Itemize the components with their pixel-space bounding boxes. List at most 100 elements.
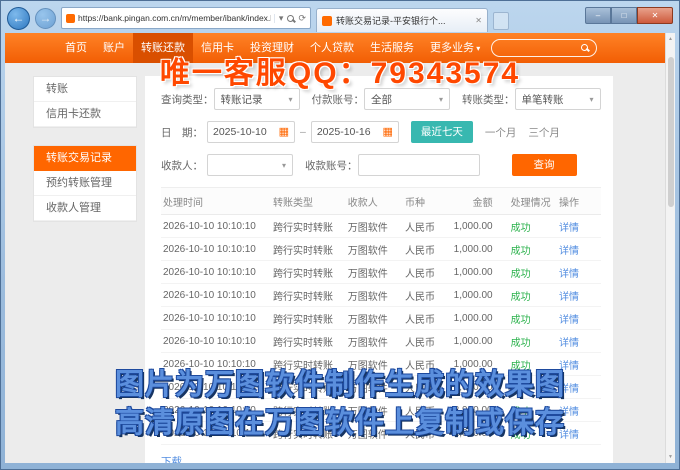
sidebar-item[interactable]: 转账 [34, 77, 136, 102]
cell-amount: 1,000.00 [447, 422, 509, 445]
detail-link[interactable]: 详情 [557, 307, 601, 330]
cell-payee: 万图软件 [346, 376, 403, 399]
topnav-item[interactable]: 转账还款 [133, 33, 193, 63]
detail-link[interactable]: 详情 [557, 284, 601, 307]
transfer-type-select[interactable]: 单笔转账 ▾ [515, 88, 601, 110]
detail-link[interactable]: 详情 [557, 261, 601, 284]
close-button[interactable]: ✕ [637, 7, 673, 24]
cell-process-time: 2026-10-10 10:10:10 [161, 422, 271, 445]
sidebar-group-records: 转账交易记录预约转账管理收款人管理 [33, 145, 137, 222]
quick-range-button[interactable]: 最近七天 [411, 121, 473, 143]
sidebar-item[interactable]: 预约转账管理 [34, 171, 136, 196]
minimize-button[interactable]: – [585, 7, 611, 24]
scrollbar-thumb[interactable] [668, 57, 674, 207]
site-search-box[interactable] [491, 39, 597, 57]
table-row: 2026-10-10 10:10:10 跨行实时转账 万图软件 人民币 1,00… [161, 376, 601, 399]
page-scrollbar[interactable]: ▲ ▼ [665, 33, 675, 463]
forward-arrow-icon: → [40, 11, 52, 25]
table-row: 2026-10-10 10:10:10 跨行实时转账 万图软件 人民币 3,90… [161, 399, 601, 422]
detail-link[interactable]: 详情 [557, 238, 601, 261]
payee-account-label: 收款账号： [305, 158, 358, 173]
cell-amount: 1,000.00 [447, 376, 509, 399]
url-text: https://bank.pingan.com.cn/m/member/iban… [78, 13, 271, 23]
sidebar-item[interactable]: 信用卡还款 [34, 102, 136, 127]
date-from-input[interactable]: 2025-10-10 ▦ [207, 121, 295, 143]
topnav-item[interactable]: 信用卡 [193, 33, 242, 63]
topnav-item[interactable]: 生活服务 [362, 33, 422, 63]
status-text: 成功 [509, 215, 557, 238]
status-text: 成功 [509, 284, 557, 307]
tab-close-icon[interactable]: ✕ [475, 16, 482, 25]
scroll-down-icon[interactable]: ▼ [668, 451, 673, 463]
cell-process-time: 2026-10-10 10:10:10 [161, 238, 271, 261]
browser-chrome: ← → https://bank.pingan.com.cn/m/member/… [1, 1, 679, 33]
table-row: 2026-10-10 10:10:10 跨行实时转账 万图软件 人民币 1,00… [161, 284, 601, 307]
scroll-up-icon[interactable]: ▲ [668, 33, 673, 45]
quick-range-button[interactable]: 三个月 [528, 125, 560, 140]
date-range-dash: – [300, 126, 306, 138]
column-header: 操作 [557, 188, 601, 215]
topnav-item[interactable]: 投资理财 [242, 33, 302, 63]
date-to-input[interactable]: 2025-10-16 ▦ [311, 121, 399, 143]
browser-back-button[interactable]: ← [7, 7, 30, 30]
cell-currency: 人民币 [403, 399, 447, 422]
browser-tab[interactable]: 转账交易记录-平安银行个... ✕ [316, 8, 488, 32]
calendar-icon[interactable]: ▦ [279, 127, 289, 138]
page-content: 转账信用卡还款 转账交易记录预约转账管理收款人管理 查询类型： 转账记录 ▾ 付… [5, 63, 665, 463]
topnav-item[interactable]: 更多业务 [422, 33, 488, 63]
payee-select[interactable]: ▾ [207, 154, 293, 176]
sidebar-item[interactable]: 收款人管理 [34, 196, 136, 221]
browser-forward-button[interactable]: → [35, 8, 56, 29]
cell-currency: 人民币 [403, 330, 447, 353]
new-tab-button[interactable] [493, 12, 509, 30]
payee-account-input[interactable] [358, 154, 480, 176]
pay-account-select[interactable]: 全部 ▾ [364, 88, 450, 110]
quick-range-button[interactable]: 一个月 [485, 125, 517, 140]
tab-favicon-icon [322, 16, 332, 26]
status-text: 成功 [509, 376, 557, 399]
detail-link[interactable]: 详情 [557, 353, 601, 376]
filter-row-type: 查询类型： 转账记录 ▾ 付款账号： 全部 ▾ 转账类型： 单笔转账 ▾ [161, 88, 601, 110]
topnav-item[interactable]: 账户 [95, 33, 133, 63]
cell-transfer-type: 跨行实时转账 [271, 399, 346, 422]
query-type-select[interactable]: 转账记录 ▾ [214, 88, 300, 110]
cell-currency: 人民币 [403, 238, 447, 261]
transfer-type-value: 单笔转账 [522, 92, 564, 107]
topnav-item[interactable]: 个人贷款 [302, 33, 362, 63]
column-header: 处理情况 [509, 188, 557, 215]
query-type-value: 转账记录 [221, 92, 263, 107]
table-row: 2026-10-10 10:10:10 跨行实时转账 万图软件 人民币 1,00… [161, 261, 601, 284]
detail-link[interactable]: 详情 [557, 422, 601, 445]
detail-link[interactable]: 详情 [557, 215, 601, 238]
detail-link[interactable]: 详情 [557, 399, 601, 422]
status-text: 成功 [509, 399, 557, 422]
maximize-button[interactable]: □ [611, 7, 637, 24]
cell-payee: 万图软件 [346, 238, 403, 261]
address-bar[interactable]: https://bank.pingan.com.cn/m/member/iban… [61, 7, 311, 29]
chevron-down-icon: ▾ [439, 95, 443, 104]
cell-payee: 万图软件 [346, 284, 403, 307]
detail-link[interactable]: 详情 [557, 376, 601, 399]
cell-process-time: 2026-10-10 10:10:10 [161, 261, 271, 284]
tab-title: 转账交易记录-平安银行个... [336, 14, 471, 27]
cell-payee: 万图软件 [346, 330, 403, 353]
url-dropdown-icon[interactable]: ▾ [279, 14, 284, 23]
query-button[interactable]: 查询 [512, 154, 577, 176]
sidebar-item[interactable]: 转账交易记录 [34, 146, 136, 171]
cell-payee: 万图软件 [346, 353, 403, 376]
search-icon [581, 44, 588, 51]
table-header-row: 处理时间转账类型收款人币种金额处理情况操作 [161, 188, 601, 215]
topnav-item[interactable]: 首页 [57, 33, 95, 63]
cell-amount: 1,000.00 [447, 330, 509, 353]
transfer-type-label: 转账类型： [462, 92, 515, 107]
detail-link[interactable]: 详情 [557, 330, 601, 353]
table-row: 2026-10-10 10:10:10 跨行实时转账 万图软件 人民币 1,00… [161, 353, 601, 376]
calendar-icon[interactable]: ▦ [382, 127, 392, 138]
pay-account-value: 全部 [371, 92, 392, 107]
refresh-icon[interactable]: ⟳ [298, 14, 306, 23]
cell-payee: 万图软件 [346, 307, 403, 330]
search-icon[interactable] [287, 15, 294, 22]
table-row: 2026-10-10 10:10:10 跨行实时转账 万图软件 人民币 1,00… [161, 215, 601, 238]
download-link[interactable]: 下载 [161, 454, 182, 463]
cell-process-time: 2026-10-10 10:10:10 [161, 330, 271, 353]
